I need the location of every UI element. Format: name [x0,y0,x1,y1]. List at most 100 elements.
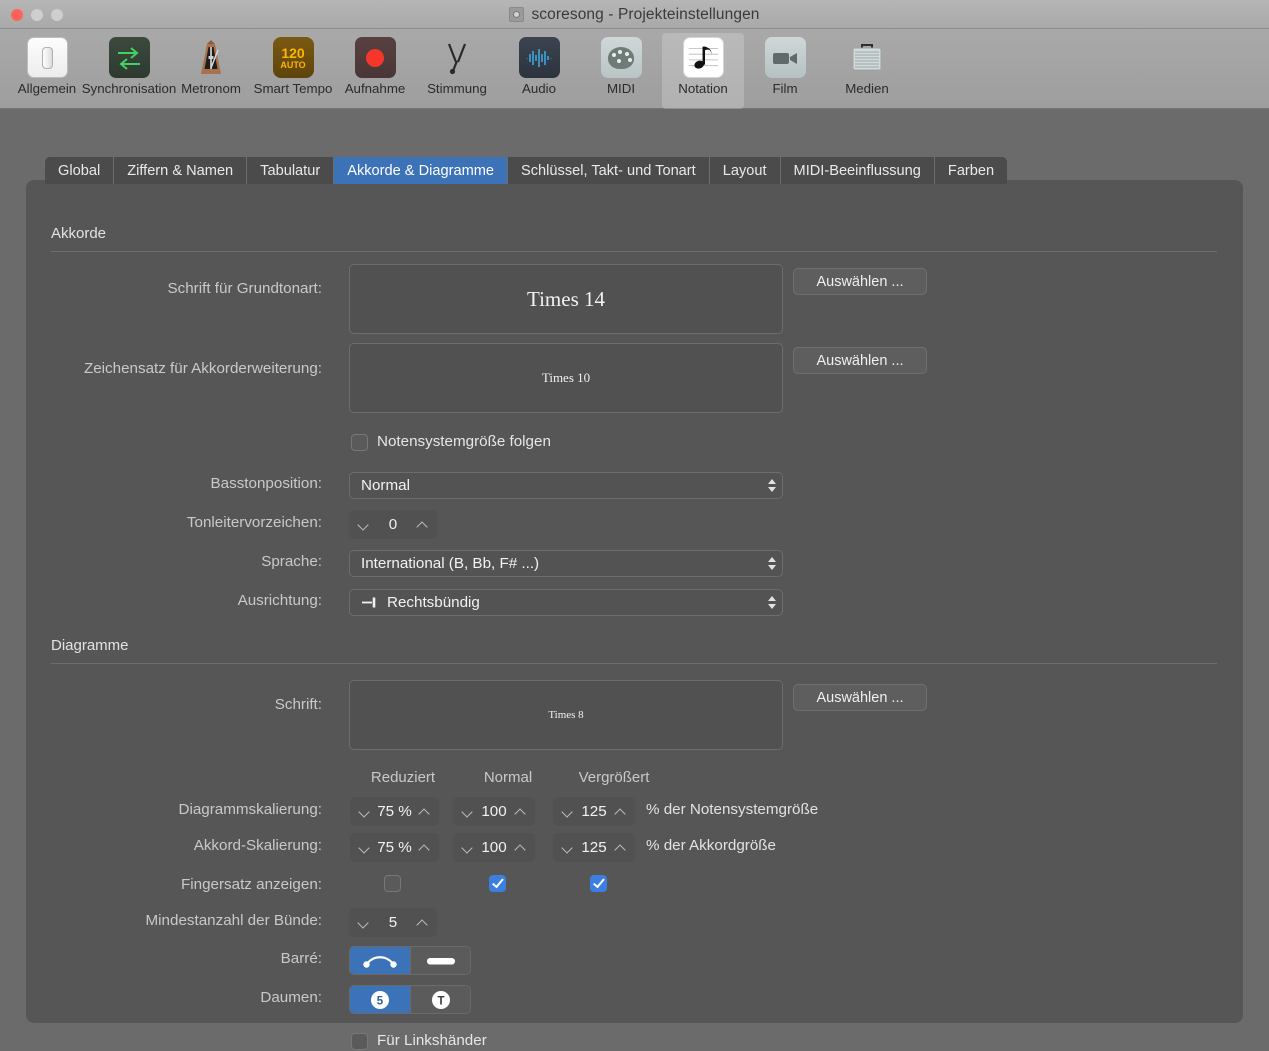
chevron-up-icon[interactable] [615,842,626,853]
diagram-font-preview[interactable]: Times 8 [349,680,783,750]
toolbar-label: Notation [678,81,728,96]
toolbar-item-aufnahme[interactable]: Aufnahme [334,33,416,99]
toolbar-item-notation[interactable]: Notation [662,33,744,109]
select-bass-position[interactable]: Normal [349,472,783,499]
stepper-chord-scaling-normal[interactable]: 100 [453,833,535,862]
thumb-option-t[interactable]: T [410,986,470,1013]
circled-5-icon: 5 [371,990,389,1009]
select-alignment[interactable]: Rechtsbündig [349,589,783,616]
diagram-font-choose-button[interactable]: Auswählen ... [793,684,927,711]
chevron-down-icon[interactable] [462,842,473,853]
checkbox-follow-staff-size[interactable] [351,434,368,451]
toolbar-label: MIDI [606,81,636,96]
select-language[interactable]: International (B, Bb, F# ...) [349,550,783,577]
stepper-value: 75 % [377,803,412,820]
checkbox-show-fingering-vergroessert[interactable] [590,875,607,892]
toolbar-label: Metronom [181,81,241,96]
toolbar-label: Medien [845,81,889,96]
barre-option-bar[interactable] [410,947,470,974]
stepper-value: 75 % [377,839,412,856]
midi-palette-icon [600,37,642,78]
root-font-preview[interactable]: Times 14 [349,264,783,334]
record-dot-icon [354,37,396,78]
toolbar-label: Allgemein [17,81,77,96]
toolbar-item-stimmung[interactable]: Stimmung [416,33,498,99]
toolbar-label: Stimmung [427,81,487,96]
toolbar-item-film[interactable]: Film [744,33,826,99]
segmented-thumb: 5 T [349,985,471,1014]
thumb-option-5[interactable]: 5 [350,986,410,1013]
tab-ziffern-namen[interactable]: Ziffern & Namen [114,157,248,184]
toolbar-item-metronom[interactable]: Metronom [170,33,252,99]
toolbar-label: Smart Tempo [253,81,333,96]
chevron-down-icon[interactable] [462,806,473,817]
chevron-up-icon[interactable] [419,842,430,853]
tab-tabulatur[interactable]: Tabulatur [247,157,335,184]
section-divider-diagramme [51,663,1217,664]
label-extension-font: Zeichensatz für Akkorderweiterung: [83,360,322,377]
chevron-up-icon[interactable] [419,806,430,817]
column-header-normal: Normal [483,769,533,786]
checkbox-left-handed[interactable] [351,1033,368,1050]
window-titlebar: scoresong - Projekteinstellungen [0,0,1269,29]
toolbar-item-synchronisation[interactable]: Synchronisation [82,33,176,99]
stepper-min-frets[interactable]: 5 [349,908,437,937]
checkbox-show-fingering-reduziert[interactable] [384,875,401,892]
chevron-up-icon[interactable] [515,806,526,817]
barre-option-arc[interactable] [350,947,410,974]
label-diagram-scaling: Diagrammskalierung: [178,801,323,818]
music-note-page-icon [682,37,724,78]
toolbar-label: Film [772,81,798,96]
label-left-handed: Für Linkshänder [377,1032,487,1049]
chevron-down-icon[interactable] [358,917,369,928]
svg-text:5: 5 [377,995,384,1007]
label-language: Sprache: [261,553,322,570]
chevron-up-icon[interactable] [515,842,526,853]
chevron-down-icon[interactable] [358,519,369,530]
label-thumb: Daumen: [260,989,322,1006]
sync-arrows-icon [108,37,150,78]
tab-layout[interactable]: Layout [709,157,781,184]
stepper-diagram-scaling-reduziert[interactable]: 75 % [350,797,439,826]
tab-midi-beeinflussung[interactable]: MIDI-Beeinflussung [780,157,935,184]
chevron-up-icon[interactable] [417,519,428,530]
label-bass-position: Basstonposition: [210,475,322,492]
chevron-down-icon[interactable] [562,806,573,817]
toolbar-item-midi[interactable]: MIDI [580,33,662,99]
chevron-up-icon[interactable] [615,806,626,817]
chevron-up-icon[interactable] [417,917,428,928]
stepper-chord-scaling-reduziert[interactable]: 75 % [350,833,439,862]
briefcase-icon [847,37,888,78]
checkbox-show-fingering-normal[interactable] [489,875,506,892]
chevron-down-icon[interactable] [562,842,573,853]
unit-chord-scaling: % der Akkordgröße [646,837,776,854]
extension-font-preview[interactable]: Times 10 [349,343,783,413]
stepper-diagram-scaling-normal[interactable]: 100 [453,797,535,826]
chevron-updown-icon [768,479,776,492]
select-language-value: International (B, Bb, F# ...) [361,555,540,572]
tab-farben[interactable]: Farben [934,157,1008,184]
svg-text:T: T [437,995,444,1007]
toolbar-label: Audio [521,81,556,96]
select-alignment-value: Rechtsbündig [387,594,480,611]
toolbar-item-audio[interactable]: Audio [498,33,580,99]
chevron-updown-icon [768,557,776,570]
toolbar-item-allgemein[interactable]: Allgemein [6,33,88,99]
chevron-down-icon[interactable] [359,842,370,853]
tab-schluessel-takt-tonart[interactable]: Schlüssel, Takt- und Tonart [508,157,710,184]
chevron-down-icon[interactable] [359,806,370,817]
root-font-choose-button[interactable]: Auswählen ... [793,268,927,295]
settings-panel: Akkorde Schrift für Grundtonart: Times 1… [26,180,1243,1050]
toolbar-item-smart-tempo[interactable]: 120 AUTO Smart Tempo [252,33,334,99]
section-title-diagramme: Diagramme [51,637,129,654]
stepper-scale-accidentals[interactable]: 0 [349,510,437,539]
tab-akkorde-diagramme[interactable]: Akkorde & Diagramme [334,157,509,184]
stepper-diagram-scaling-vergroessert[interactable]: 125 [553,797,635,826]
tuning-fork-icon [437,37,478,78]
tab-global[interactable]: Global [45,157,115,184]
stepper-chord-scaling-vergroessert[interactable]: 125 [553,833,635,862]
chevron-updown-icon [768,596,776,609]
extension-font-choose-button[interactable]: Auswählen ... [793,347,927,374]
toolbar-item-medien[interactable]: Medien [826,33,908,99]
arc-slur-icon [363,955,397,968]
